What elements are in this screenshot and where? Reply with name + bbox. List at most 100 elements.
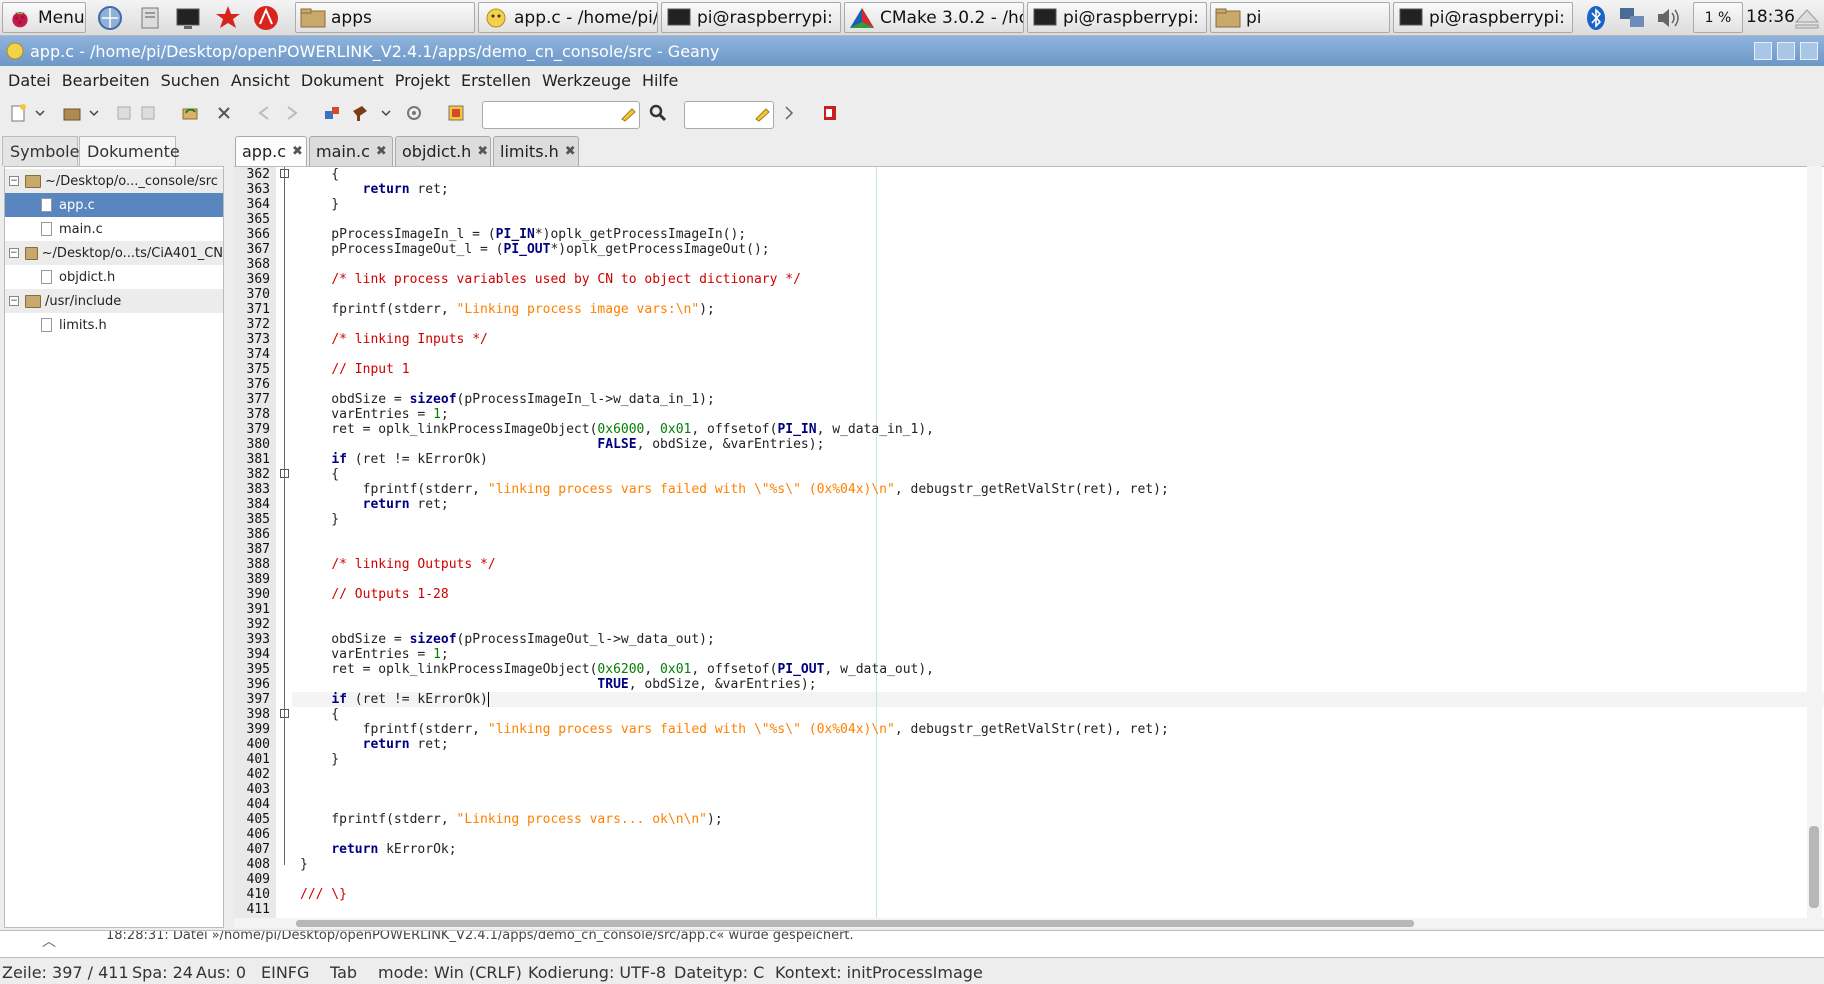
code-line[interactable]: }	[300, 512, 339, 527]
code-line[interactable]: }	[300, 857, 308, 872]
menu-datei[interactable]: Datei	[8, 71, 51, 90]
goto-line-icon[interactable]	[780, 103, 800, 123]
tab-limits-h[interactable]: limits.h ✖	[493, 136, 579, 166]
taskbar-window-pi[interactable]: pi	[1210, 2, 1390, 33]
file-manager-icon[interactable]	[136, 4, 164, 32]
code-line[interactable]: // Input 1	[300, 362, 409, 377]
tab-main-c[interactable]: main.c ✖	[309, 136, 393, 166]
tab-symbole[interactable]: Symbole	[2, 136, 79, 166]
tree-file-app-c[interactable]: app.c	[5, 193, 223, 217]
chevron-down-icon[interactable]	[88, 103, 100, 123]
wolfram-icon[interactable]	[252, 4, 280, 32]
menu-hilfe[interactable]: Hilfe	[642, 71, 678, 90]
color-chooser-icon[interactable]	[446, 103, 466, 123]
chevron-up-icon[interactable]: ︿	[42, 931, 56, 951]
code-line[interactable]: fprintf(stderr, "linking process vars fa…	[300, 482, 1169, 497]
code-line[interactable]: return kErrorOk;	[300, 842, 456, 857]
collapse-icon[interactable]: −	[9, 296, 19, 306]
menu-projekt[interactable]: Projekt	[395, 71, 450, 90]
chevron-down-icon[interactable]	[380, 103, 392, 123]
code-line[interactable]: pProcessImageOut_l = (PI_OUT*)oplk_getPr…	[300, 242, 769, 257]
code-line[interactable]: varEntries = 1;	[300, 647, 448, 662]
forward-icon[interactable]	[282, 103, 302, 123]
close-tab-icon[interactable]: ✖	[376, 144, 387, 159]
code-line[interactable]: return ret;	[300, 737, 449, 752]
close-file-icon[interactable]	[214, 103, 234, 123]
menu-ansicht[interactable]: Ansicht	[231, 71, 290, 90]
taskbar-window-terminal-3[interactable]: pi@raspberrypi: ~	[1393, 2, 1573, 33]
minimize-button[interactable]	[1754, 42, 1772, 60]
back-icon[interactable]	[254, 103, 274, 123]
code-line[interactable]: if (ret != kErrorOk)	[300, 692, 488, 707]
code-line[interactable]: if (ret != kErrorOk)	[300, 452, 488, 467]
tree-file-objdict-h[interactable]: objdict.h	[5, 265, 223, 289]
taskbar-window-terminal-1[interactable]: pi@raspberrypi: ~/...	[661, 2, 841, 33]
chevron-down-icon[interactable]	[34, 103, 46, 123]
code-line[interactable]: }	[300, 197, 339, 212]
taskbar-window-geany[interactable]: app.c - /home/pi/D...	[478, 2, 658, 33]
menu-werkzeuge[interactable]: Werkzeuge	[542, 71, 631, 90]
volume-icon[interactable]	[1654, 4, 1682, 32]
menu-suchen[interactable]: Suchen	[161, 71, 220, 90]
save-icon[interactable]	[114, 103, 134, 123]
code-editor[interactable]: 362 363 364 365 366 367 368 369 370 371 372 373 374 3…	[234, 166, 1824, 919]
code-line[interactable]: // Outputs 1-28	[300, 587, 448, 602]
mathematica-icon[interactable]	[214, 4, 242, 32]
menu-erstellen[interactable]: Erstellen	[461, 71, 531, 90]
tree-file-limits-h[interactable]: limits.h	[5, 313, 223, 337]
close-button[interactable]	[1800, 42, 1818, 60]
code-line[interactable]: /* linking Inputs */	[300, 332, 488, 347]
code-line[interactable]: pProcessImageIn_l = (PI_IN*)oplk_getProc…	[300, 227, 746, 242]
search-input[interactable]	[482, 101, 640, 129]
clear-goto-icon[interactable]	[752, 103, 772, 123]
code-line[interactable]: {	[300, 467, 339, 482]
browser-icon[interactable]	[96, 4, 124, 32]
code-line[interactable]: fprintf(stderr, "linking process vars fa…	[300, 722, 1169, 737]
vertical-scrollbar[interactable]	[1807, 166, 1822, 918]
network-icon[interactable]	[1618, 4, 1646, 32]
code-line[interactable]: return ret;	[300, 497, 449, 512]
search-icon[interactable]	[648, 103, 668, 123]
menu-dokument[interactable]: Dokument	[301, 71, 384, 90]
code-line[interactable]: {	[300, 707, 339, 722]
code-line[interactable]: /* link process variables used by CN to …	[300, 272, 801, 287]
code-line[interactable]: }	[300, 752, 339, 767]
collapse-icon[interactable]: −	[9, 176, 19, 186]
code-line[interactable]: fprintf(stderr, "Linking process vars...…	[300, 812, 722, 827]
tree-folder-cia401[interactable]: − ~/Desktop/o...ts/CiA401_CN	[5, 241, 223, 265]
tab-dokumente[interactable]: Dokumente	[79, 136, 180, 166]
tab-app-c[interactable]: app.c ✖	[235, 136, 307, 166]
code-line[interactable]: varEntries = 1;	[300, 407, 448, 422]
maximize-button[interactable]	[1777, 42, 1795, 60]
new-file-icon[interactable]	[8, 103, 28, 123]
code-line[interactable]: ret = oplk_linkProcessImageObject(0x6000…	[300, 422, 934, 437]
menu-button[interactable]: Menu	[2, 2, 86, 33]
open-file-icon[interactable]	[62, 103, 82, 123]
tab-objdict-h[interactable]: objdict.h ✖	[395, 136, 491, 166]
bluetooth-icon[interactable]	[1582, 4, 1610, 32]
code-line[interactable]: return ret;	[300, 182, 449, 197]
close-tab-icon[interactable]: ✖	[565, 144, 576, 159]
horizontal-scrollbar-thumb[interactable]	[296, 920, 1414, 927]
terminal-launcher-icon[interactable]	[174, 4, 202, 32]
eject-icon[interactable]	[1793, 4, 1821, 32]
build-icon[interactable]	[350, 103, 370, 123]
menu-bearbeiten[interactable]: Bearbeiten	[62, 71, 150, 90]
quit-icon[interactable]	[820, 103, 840, 123]
code-line[interactable]: obdSize = sizeof(pProcessImageOut_l->w_d…	[300, 632, 715, 647]
code-line[interactable]: /* linking Outputs */	[300, 557, 495, 572]
vertical-scrollbar-thumb[interactable]	[1809, 826, 1819, 908]
code-line[interactable]: FALSE, obdSize, &varEntries);	[300, 437, 824, 452]
tree-folder-usr-include[interactable]: − /usr/include	[5, 289, 223, 313]
compile-icon[interactable]	[322, 103, 342, 123]
close-tab-icon[interactable]: ✖	[292, 144, 303, 159]
code-line[interactable]: {	[300, 167, 339, 182]
clock[interactable]: 18:36	[1746, 7, 1795, 27]
collapse-icon[interactable]: −	[9, 248, 19, 258]
close-tab-icon[interactable]: ✖	[477, 144, 488, 159]
taskbar-window-apps[interactable]: apps	[295, 2, 475, 33]
reload-icon[interactable]	[180, 103, 200, 123]
code-line[interactable]: TRUE, obdSize, &varEntries);	[300, 677, 816, 692]
taskbar-window-terminal-2[interactable]: pi@raspberrypi: ~/...	[1027, 2, 1207, 33]
code-line[interactable]: fprintf(stderr, "Linking process image v…	[300, 302, 715, 317]
